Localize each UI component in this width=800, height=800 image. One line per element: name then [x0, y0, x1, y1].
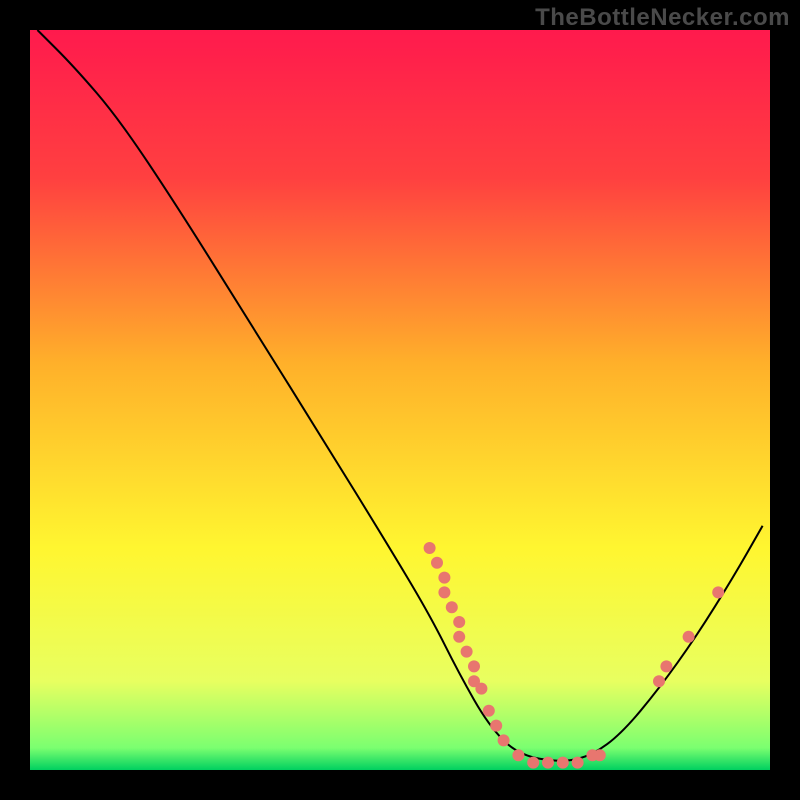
data-marker	[446, 601, 458, 613]
data-marker	[453, 631, 465, 643]
plot-background	[30, 30, 770, 770]
data-marker	[542, 757, 554, 769]
data-marker	[468, 660, 480, 672]
data-marker	[431, 557, 443, 569]
data-marker	[712, 586, 724, 598]
data-marker	[453, 616, 465, 628]
bottleneck-chart	[0, 0, 800, 800]
data-marker	[438, 586, 450, 598]
data-marker	[512, 749, 524, 761]
watermark-text: TheBottleNecker.com	[535, 4, 790, 32]
data-marker	[572, 757, 584, 769]
data-marker	[527, 757, 539, 769]
data-marker	[490, 720, 502, 732]
data-marker	[594, 749, 606, 761]
data-marker	[557, 757, 569, 769]
data-marker	[424, 542, 436, 554]
data-marker	[683, 631, 695, 643]
data-marker	[653, 675, 665, 687]
chart-frame: TheBottleNecker.com	[0, 0, 800, 800]
data-marker	[483, 705, 495, 717]
data-marker	[438, 572, 450, 584]
data-marker	[461, 646, 473, 658]
data-marker	[660, 660, 672, 672]
data-marker	[475, 683, 487, 695]
data-marker	[498, 734, 510, 746]
